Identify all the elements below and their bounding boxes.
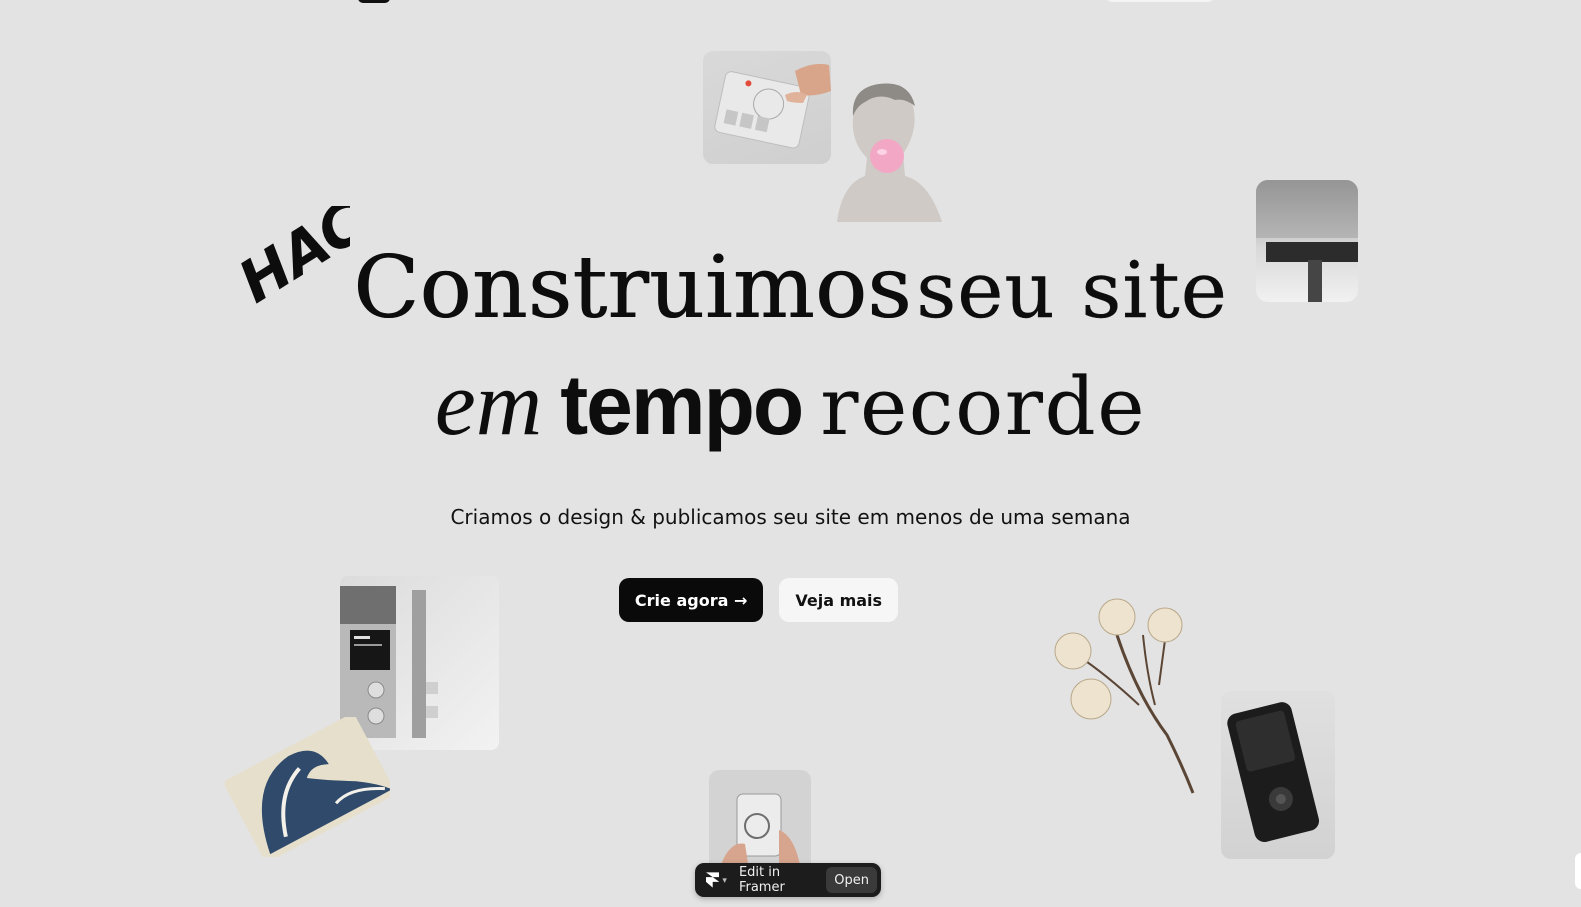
create-now-button[interactable]: Crie agora → bbox=[618, 578, 764, 622]
cta-row: Crie agora → Veja mais bbox=[0, 578, 1581, 622]
see-more-button[interactable]: Veja mais bbox=[779, 578, 899, 622]
great-wave-artwork bbox=[225, 717, 390, 857]
device-in-hand-image bbox=[709, 770, 811, 870]
headline-word-em: em bbox=[434, 352, 543, 454]
framer-open-button[interactable]: Open bbox=[826, 867, 877, 893]
right-edge-widget[interactable] bbox=[1575, 853, 1581, 889]
headline-word-tempo: tempo bbox=[560, 358, 804, 452]
headline-word-recorde: recorde bbox=[820, 360, 1147, 453]
top-nav-fragment-left bbox=[358, 0, 390, 3]
top-nav-fragment-right bbox=[1106, 0, 1214, 2]
chevron-down-icon[interactable]: ▾ bbox=[722, 875, 727, 886]
headline-words-seu-site: seu site bbox=[916, 246, 1228, 336]
statue-bubblegum-image bbox=[837, 83, 942, 222]
headline-line-1: Construimos seu site bbox=[0, 238, 1581, 338]
headline-line-2: em tempo recorde bbox=[0, 350, 1581, 456]
framer-edit-badge[interactable]: ▾ Edit in Framer Open bbox=[695, 863, 881, 897]
dried-flower-image bbox=[1054, 598, 1195, 794]
hero-subtitle: Criamos o design & publicamos seu site e… bbox=[450, 505, 1131, 529]
device-hand-image bbox=[703, 51, 831, 164]
framer-logo-icon bbox=[706, 872, 720, 888]
headline-word-construimos: Construimos bbox=[353, 238, 912, 338]
edit-in-framer-link[interactable]: Edit in Framer bbox=[739, 865, 826, 895]
black-device-image bbox=[1221, 691, 1335, 859]
